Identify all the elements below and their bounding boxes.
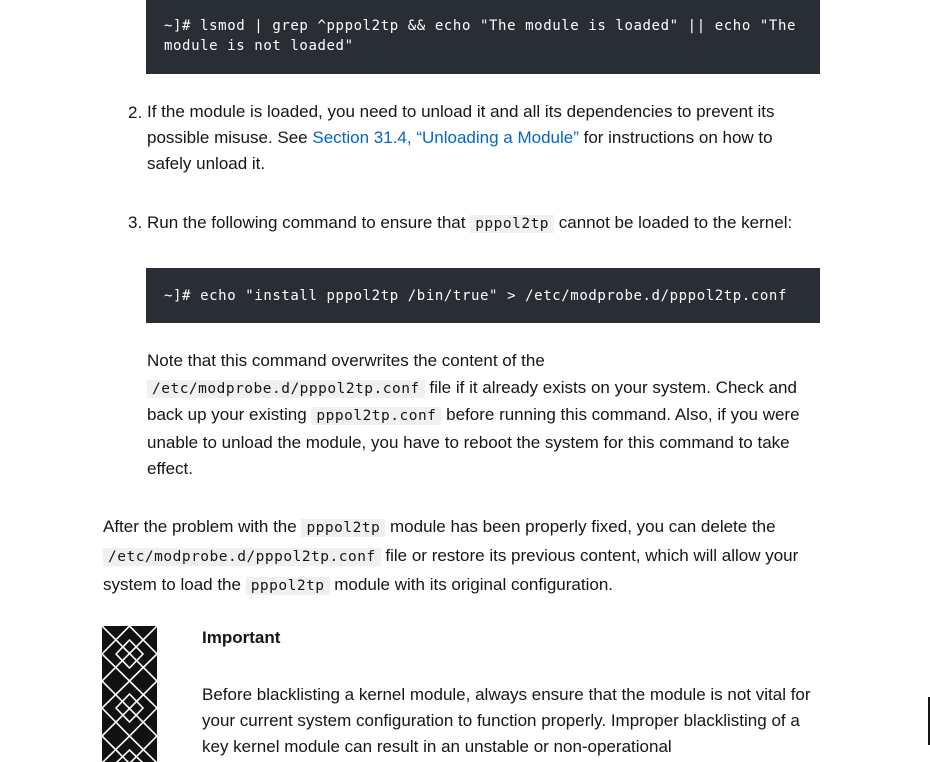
code-block-lsmod: ~]# lsmod | grep ^pppol2tp && echo "The … [146, 0, 820, 74]
after-fix-paragraph: After the problem with the pppol2tp modu… [103, 513, 818, 600]
step-3-text-before: Run the following command to ensure that [147, 213, 471, 232]
after-fix-text-4: module with its original configuration. [329, 575, 614, 594]
inline-code-pppol2tp: pppol2tp [470, 215, 555, 233]
step-3-number: 3. [128, 213, 143, 232]
after-fix-text-2: module has been properly fixed, you can … [385, 517, 776, 536]
important-pattern-icon [100, 624, 159, 762]
inline-code-pppol2tp-conf: pppol2tp.conf [311, 407, 442, 425]
after-fix-text-1: After the problem with the [103, 517, 302, 536]
code-block-echo-install: ~]# echo "install pppol2tp /bin/true" > … [146, 268, 820, 323]
step-2-number: 2. [128, 103, 143, 122]
inline-code-pppol2tp-b: pppol2tp [245, 577, 330, 595]
inline-code-modprobe-conf-b: /etc/modprobe.d/pppol2tp.conf [103, 548, 381, 566]
step-2-paragraph: If the module is loaded, you need to unl… [147, 99, 807, 177]
note-text-1: Note that this command overwrites the co… [147, 351, 545, 370]
important-text: Before blacklisting a kernel module, alw… [202, 685, 811, 756]
note-paragraph: Note that this command overwrites the co… [147, 348, 819, 483]
step-3-text-after: cannot be loaded to the kernel: [554, 213, 793, 232]
inline-code-pppol2tp-a: pppol2tp [301, 519, 386, 537]
important-title: Important [202, 628, 281, 647]
unloading-module-link[interactable]: Section 31.4, “Unloading a Module” [312, 128, 579, 147]
inline-code-modprobe-conf: /etc/modprobe.d/pppol2tp.conf [147, 379, 425, 398]
code-block-echo-install-text: ~]# echo "install pppol2tp /bin/true" > … [164, 288, 787, 304]
code-block-lsmod-text: ~]# lsmod | grep ^pppol2tp && echo "The … [164, 18, 806, 54]
step-3-paragraph: Run the following command to ensure that… [147, 210, 827, 237]
